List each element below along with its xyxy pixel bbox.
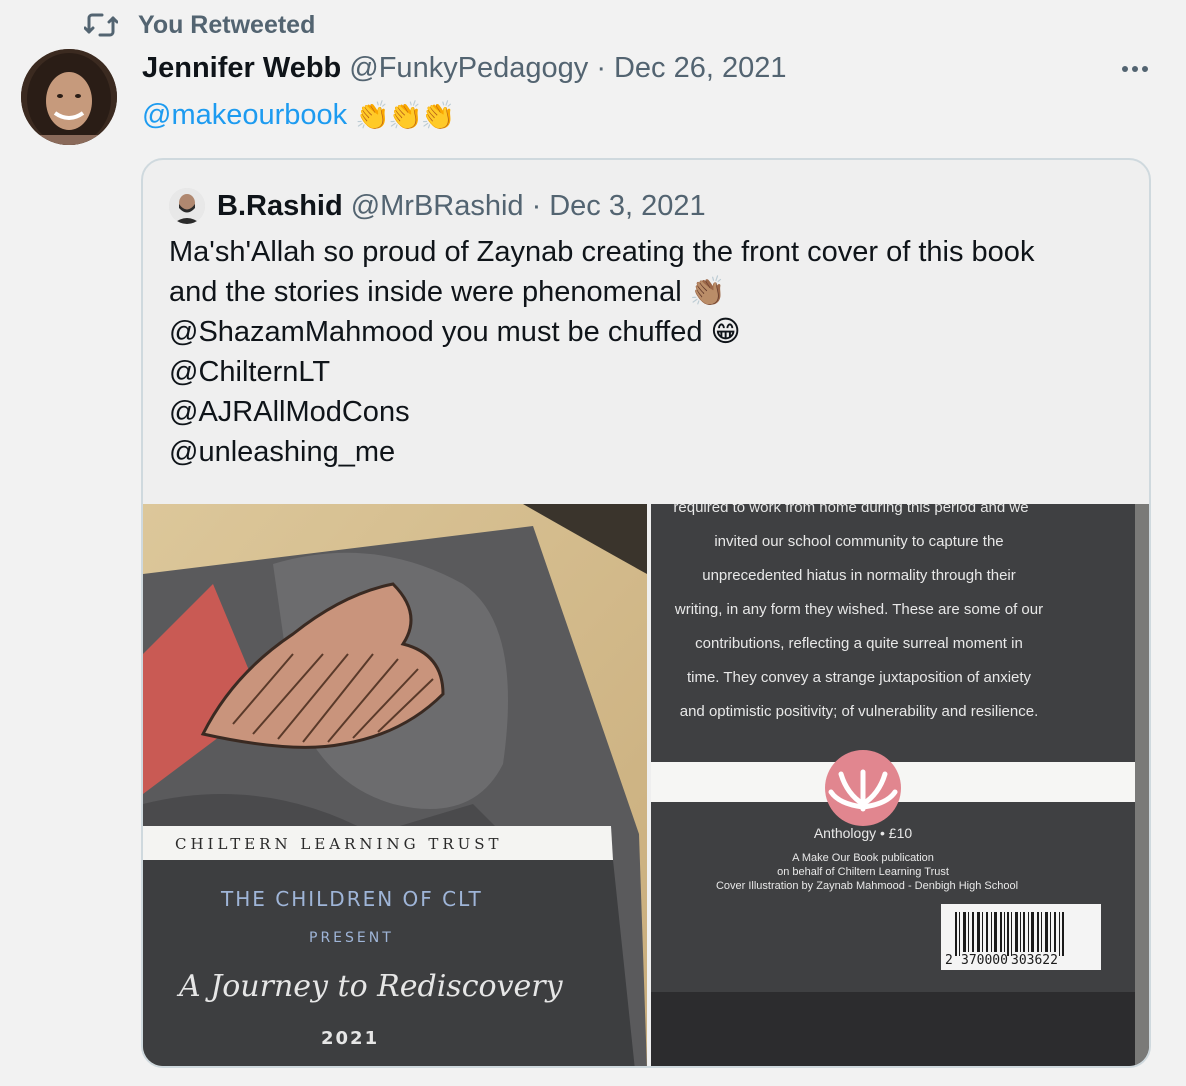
blurb-line: and optimistic positivity; of vulnerabil… [680, 703, 1039, 720]
quoted-tweet[interactable]: B.Rashid @MrBRashid · Dec 3, 2021 Ma'sh'… [141, 158, 1151, 1068]
quoted-tweet-text: Ma'sh'Allah so proud of Zaynab creating … [169, 232, 1109, 472]
clapping-hands-emoji: 👏👏👏 [355, 99, 456, 131]
author-name[interactable]: Jennifer Webb [142, 52, 341, 85]
publication-line: on behalf of Chiltern Learning Trust [777, 866, 949, 878]
barcode-digits: 303622 [1011, 953, 1058, 968]
barcode-digits: 370000 [961, 953, 1008, 968]
mention-link[interactable]: @makeourbook [142, 99, 347, 132]
book-trust-name: CHILTERN LEARNING TRUST [175, 835, 503, 853]
book-line-1: THE CHILDREN OF CLT [220, 887, 483, 911]
quoted-author-avatar [169, 188, 205, 224]
quoted-text-line: @ShazamMahmood you must be chuffed 😁 [169, 316, 741, 348]
book-title: A Journey to Rediscovery [176, 969, 564, 1004]
blurb-line: unprecedented hiatus in normality throug… [702, 567, 1016, 584]
author-handle[interactable]: @FunkyPedagogy [349, 52, 588, 85]
blurb-line: required to work from home during this p… [673, 504, 1028, 516]
tweet-date[interactable]: Dec 26, 2021 [614, 52, 787, 85]
quoted-text-line: @ChilternLT [169, 356, 331, 388]
author-avatar[interactable] [21, 49, 117, 145]
book-front-photo[interactable]: CHILTERN LEARNING TRUST THE CHILDREN OF … [143, 504, 647, 1066]
tweet-header: Jennifer Webb @FunkyPedagogy · Dec 26, 2… [142, 52, 787, 88]
illustration-credit: Cover Illustration by Zaynab Mahmood - D… [716, 880, 1018, 892]
book-line-2: PRESENT [309, 930, 394, 946]
book-year: 2021 [321, 1028, 379, 1049]
quoted-author-handle: @MrBRashid [350, 189, 524, 222]
blurb-line: writing, in any form they wished. These … [674, 601, 1043, 618]
quoted-tweet-header: B.Rashid @MrBRashid · Dec 3, 2021 [169, 188, 706, 224]
retweet-indicator: You Retweeted [82, 8, 315, 42]
quoted-text-line: and the stories inside were phenomenal 👏… [169, 276, 726, 308]
blurb-line: time. They convey a strange juxtapositio… [687, 669, 1032, 686]
retweet-label: You Retweeted [138, 10, 316, 39]
tweet-text: @makeourbook 👏👏👏 [142, 96, 456, 134]
blurb-line: invited our school community to capture … [714, 533, 1003, 550]
quoted-tweet-date: Dec 3, 2021 [549, 189, 706, 222]
separator-dot: · [596, 52, 606, 84]
quoted-text-line: @unleashing_me [169, 436, 396, 468]
quoted-author-name: B.Rashid [217, 189, 343, 222]
barcode-digit: 2 [945, 953, 953, 968]
barcode: 2 370000 303622 [941, 904, 1101, 970]
ellipsis-icon[interactable] [1116, 54, 1154, 84]
book-back-photo[interactable]: required to work from home during this p… [651, 504, 1149, 1066]
quoted-text-line: @AJRAllModCons [169, 396, 410, 428]
publication-line: A Make Our Book publication [792, 852, 934, 864]
quoted-text-line: Ma'sh'Allah so proud of Zaynab creating … [169, 236, 1035, 268]
blurb-line: contributions, reflecting a quite surrea… [695, 635, 1023, 652]
retweet-icon [82, 8, 120, 42]
separator-dot: · [531, 189, 542, 222]
anthology-price: Anthology • £10 [814, 825, 913, 841]
